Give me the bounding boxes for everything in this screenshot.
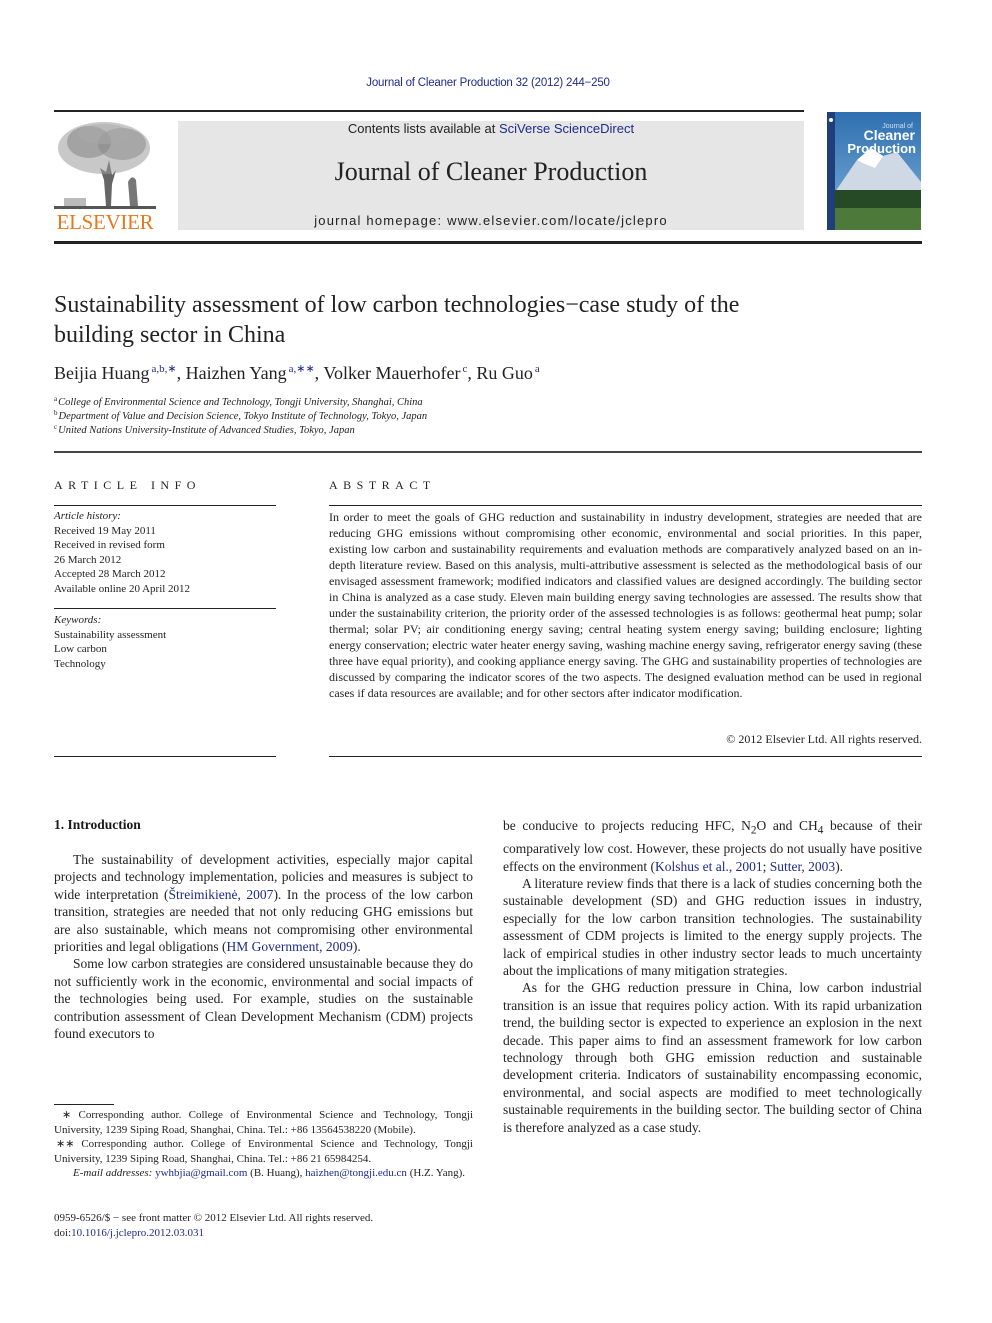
footnote-emails: E-mail addresses: ywhbjia@gmail.com (B. …	[73, 1167, 465, 1180]
keywords-rule	[54, 608, 276, 609]
author-name: Beijia Huang	[54, 363, 150, 383]
footnote-corresponding-2: ∗∗ Corresponding author. College of Envi…	[54, 1138, 473, 1165]
paragraph: be conducive to projects reducing HFC, N…	[503, 818, 922, 874]
journal-citation: Journal of Cleaner Production 32 (2012) …	[366, 77, 610, 89]
author-name: Haizhen Yang	[185, 363, 287, 383]
title-line-1: Sustainability assessment of low carbon …	[54, 292, 740, 318]
paragraph: As for the GHG reduction pressure in Chi…	[503, 980, 922, 1135]
elsevier-wordmark: ELSEVIER	[56, 210, 154, 234]
affiliation-a: aCollege of Environmental Science and Te…	[54, 395, 423, 408]
affiliation-c: cUnited Nations University-Institute of …	[54, 423, 355, 436]
doi-link[interactable]: 10.1016/j.jclepro.2012.03.031	[71, 1227, 204, 1239]
keyword-item: Sustainability assessment	[54, 628, 167, 641]
front-matter-text: 0959-6526/$ − see front matter © 2012 El…	[54, 1212, 374, 1224]
history-item: Accepted 28 March 2012	[54, 568, 166, 580]
paragraph: The sustainability of development activi…	[54, 852, 473, 955]
contents-line: Contents lists available at SciVerse Sci…	[178, 121, 804, 136]
reference-link[interactable]: Kolshus et al., 2001	[655, 859, 763, 874]
reference-link[interactable]: Štreimikienė, 2007	[169, 887, 274, 902]
title-line-2: building sector in China	[54, 322, 286, 348]
tree-icon	[54, 122, 156, 209]
sciencedirect-link[interactable]: SciVerse ScienceDirect	[499, 121, 634, 136]
email-link[interactable]: ywhbjia@gmail.com	[155, 1167, 247, 1179]
author-name: Ru Guo	[476, 363, 533, 383]
front-matter: 0959-6526/$ − see front matter © 2012 El…	[54, 1211, 373, 1241]
article-title: Sustainability assessment of low carbon …	[54, 290, 934, 350]
author-affil-mark[interactable]: a	[535, 363, 540, 375]
footnote-corresponding-1: ∗ Corresponding author. College of Envir…	[54, 1109, 473, 1136]
reference-link[interactable]: HM Government, 2009	[226, 939, 352, 954]
history-item: Available online 20 April 2012	[54, 582, 191, 595]
reference-link[interactable]: Sutter, 2003	[770, 859, 835, 874]
history-item: Received 19 May 2011	[54, 524, 156, 537]
cover-title-2: Production	[847, 141, 916, 156]
article-history: Article history: Received 19 May 2011 Re…	[54, 509, 190, 596]
keyword-item: Low carbon	[54, 643, 107, 655]
history-item: Received in revised form	[54, 539, 165, 551]
body-left-column: The sustainability of development activi…	[54, 851, 473, 1042]
footnotes: ∗ Corresponding author. College of Envir…	[54, 1108, 473, 1181]
doi-line: doi:10.1016/j.jclepro.2012.03.031	[54, 1227, 205, 1239]
keyword-item: Technology	[54, 657, 106, 670]
email-link[interactable]: haizhen@tongji.edu.cn	[305, 1167, 407, 1179]
abstract-text: In order to meet the goals of GHG reduct…	[329, 510, 922, 700]
author-name: Volker Mauerhofer	[323, 363, 461, 383]
journal-cover-image: Journal of Cleaner Production	[827, 112, 921, 230]
header-rule	[54, 110, 804, 112]
author-affil-mark[interactable]: a,∗∗	[289, 363, 315, 375]
contents-prefix: Contents lists available at	[347, 121, 499, 136]
journal-title: Journal of Cleaner Production	[334, 157, 648, 186]
affiliations-rule	[54, 451, 922, 453]
journal-homepage[interactable]: journal homepage: www.elsevier.com/locat…	[178, 213, 804, 228]
keywords-label: Keywords:	[54, 614, 102, 626]
history-label: Article history:	[54, 510, 121, 522]
footnote-rule	[54, 1104, 114, 1105]
keywords: Keywords: Sustainability assessment Low …	[54, 613, 166, 671]
paragraph: A literature review finds that there is …	[503, 875, 922, 978]
abstract-copyright: © 2012 Elsevier Ltd. All rights reserved…	[726, 732, 922, 746]
body-right-column: be conducive to projects reducing HFC, N…	[503, 817, 922, 1136]
section-heading-introduction: 1. Introduction	[54, 817, 141, 832]
paragraph: Some low carbon strategies are considere…	[54, 956, 473, 1042]
history-item: 26 March 2012	[54, 553, 122, 566]
abstract-bottom-rule	[329, 756, 922, 757]
author-affil-mark[interactable]: a,b,∗	[151, 363, 176, 375]
article-info-bottom-rule	[54, 756, 276, 757]
abstract-rule	[329, 505, 922, 506]
cover-mountain-icon: Journal of Cleaner Production	[827, 112, 921, 230]
affiliation-b: bDepartment of Value and Decision Scienc…	[54, 409, 428, 422]
article-info-rule	[54, 505, 276, 506]
article-info-heading: ARTICLE INFO	[54, 478, 201, 492]
author-list: Beijia Huang a,b,∗, Haizhen Yang a,∗∗, Vol…	[54, 363, 540, 383]
header-bottom-rule	[54, 241, 922, 244]
abstract-heading: ABSTRACT	[329, 478, 436, 492]
